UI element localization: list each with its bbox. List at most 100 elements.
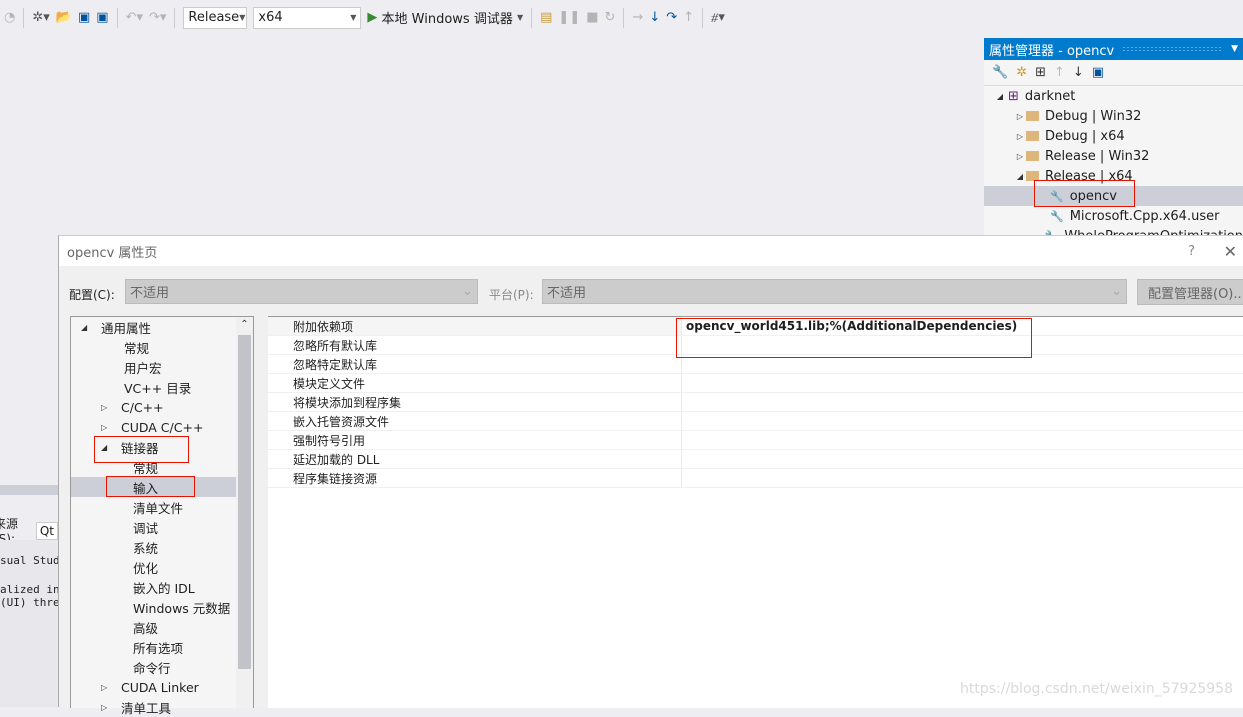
configuration-dropdown[interactable]: Release ▼ xyxy=(183,6,248,29)
property-value[interactable] xyxy=(682,450,1243,468)
configuration-manager-button[interactable]: 配置管理器(O)... xyxy=(1137,279,1243,305)
tree-item[interactable]: VC++ 目录 xyxy=(71,377,253,397)
separator xyxy=(531,7,533,28)
platform-value: 不适用 xyxy=(547,286,587,301)
expand-icon[interactable]: ▷ xyxy=(1014,152,1026,161)
pause-icon[interactable]: ❚❚ xyxy=(558,10,580,25)
tree-item[interactable]: 清单文件 xyxy=(71,497,253,517)
property-value[interactable] xyxy=(682,412,1243,430)
move-up-icon[interactable]: ↑ xyxy=(1054,65,1065,80)
platform-dropdown[interactable]: 不适用 ⌄ xyxy=(542,279,1127,304)
tree-item-label: 高级 xyxy=(133,620,159,636)
property-manager-tree: ◢ ⊞ darknet ▷ Debug | Win32 ▷ Debug | x64 ▷ Rele… xyxy=(984,86,1243,246)
tree-item[interactable]: Windows 元数据 xyxy=(71,597,253,617)
source-dropdown[interactable]: Qt xyxy=(35,521,58,540)
chevron-down-icon: ▼ xyxy=(239,13,246,22)
tree-item-label: Release | Win32 xyxy=(1045,148,1150,164)
save-all-icon[interactable]: ▣ xyxy=(96,10,108,25)
tree-item[interactable]: 命令行 xyxy=(71,657,253,677)
property-row[interactable]: 将模块添加到程序集 xyxy=(268,393,1243,412)
property-name: 强制符号引用 xyxy=(268,431,682,449)
save-icon[interactable]: ▣ xyxy=(78,10,90,25)
configuration-dropdown[interactable]: 不适用 ⌄ xyxy=(125,279,478,304)
property-value[interactable] xyxy=(682,374,1243,392)
tree-item[interactable]: ▷ C/C++ xyxy=(71,397,253,417)
tree-item[interactable]: 用户宏 xyxy=(71,357,253,377)
step-over-icon[interactable]: ↷ xyxy=(666,10,677,25)
tree-item-label: Debug | x64 xyxy=(1045,128,1125,144)
output-text: sual Studi alized in: (UI) thres xyxy=(0,540,58,707)
property-name: 模块定义文件 xyxy=(268,374,682,392)
tree-item-label: 清单工具 xyxy=(121,700,172,716)
scrollbar-thumb[interactable] xyxy=(238,335,251,669)
collapse-icon[interactable]: ◢ xyxy=(1014,172,1026,181)
undo-icon[interactable]: ↶▾ xyxy=(126,10,143,25)
property-value[interactable] xyxy=(682,469,1243,487)
dropdown-icon[interactable]: ▼ xyxy=(1231,44,1238,54)
property-row[interactable]: 强制符号引用 xyxy=(268,431,1243,450)
step-into-icon[interactable]: ↓ xyxy=(649,10,660,25)
tree-item[interactable]: ▷ Release | Win32 xyxy=(984,146,1243,166)
close-button[interactable]: ✕ xyxy=(1224,242,1237,261)
collapse-icon[interactable]: ◢ xyxy=(81,323,91,332)
property-row[interactable]: 嵌入托管资源文件 xyxy=(268,412,1243,431)
step-out-icon[interactable]: ↑ xyxy=(683,10,694,25)
tree-item[interactable]: 嵌入的 IDL xyxy=(71,577,253,597)
tree-item[interactable]: 调试 xyxy=(71,517,253,537)
tree-item[interactable]: ◢ 通用属性 xyxy=(71,317,253,337)
save-icon[interactable]: ▣ xyxy=(1092,65,1104,80)
tree-item[interactable]: ▷ CUDA Linker xyxy=(71,677,253,697)
tree-item-label: C/C++ xyxy=(121,399,164,415)
platform-dropdown[interactable]: x64 ▼ xyxy=(253,6,362,29)
property-row[interactable]: 延迟加载的 DLL xyxy=(268,450,1243,469)
find-icon[interactable]: ▤ xyxy=(540,10,552,25)
tree-item-label: 系统 xyxy=(133,540,159,556)
tree-item[interactable]: 🔧 Microsoft.Cpp.x64.user xyxy=(984,206,1243,226)
expand-icon[interactable]: ▷ xyxy=(101,403,111,412)
hex-icon[interactable]: ⧣▾ xyxy=(711,10,725,25)
tree-scrollbar[interactable]: ⌃ xyxy=(236,317,253,708)
expand-icon[interactable]: ▷ xyxy=(101,683,111,692)
expand-icon[interactable]: ▷ xyxy=(1014,132,1026,141)
tree-item[interactable]: ◢ ⊞ darknet xyxy=(984,86,1243,106)
folder-icon xyxy=(1026,151,1039,161)
new-project-icon[interactable]: ✲▾ xyxy=(32,10,49,25)
tree-item[interactable]: ▷ 清单工具 xyxy=(71,697,253,717)
tree-item[interactable]: 系统 xyxy=(71,537,253,557)
start-debugging-button[interactable]: ▶ 本地 Windows 调试器 ▼ xyxy=(367,8,523,27)
property-value[interactable] xyxy=(682,431,1243,449)
tree-item[interactable]: 高级 xyxy=(71,617,253,637)
tree-item[interactable]: ▷ Debug | x64 xyxy=(984,126,1243,146)
restart-icon[interactable]: ↻ xyxy=(605,10,616,25)
help-button[interactable]: ? xyxy=(1188,244,1195,259)
output-line: alized in: xyxy=(0,583,58,596)
show-next-icon[interactable]: → xyxy=(632,10,643,25)
expand-icon[interactable]: ▷ xyxy=(1014,112,1026,121)
stop-icon[interactable]: ■ xyxy=(586,10,598,25)
add-existing-property-sheet-icon[interactable]: ⊞ xyxy=(1035,65,1046,80)
tree-item[interactable]: ▷ Debug | Win32 xyxy=(984,106,1243,126)
tree-item[interactable]: 所有选项 xyxy=(71,637,253,657)
property-row[interactable]: 程序集链接资源 xyxy=(268,469,1243,488)
property-value[interactable] xyxy=(682,393,1243,411)
dialog-title: opencv 属性页 xyxy=(67,245,158,261)
property-row[interactable]: 模块定义文件 xyxy=(268,374,1243,393)
move-down-icon[interactable]: ↓ xyxy=(1073,65,1084,80)
open-icon[interactable]: 📂 xyxy=(56,10,72,25)
splitter[interactable] xyxy=(0,485,58,495)
highlight-box xyxy=(1034,180,1135,207)
wrench-icon[interactable]: 🔧 xyxy=(992,65,1008,80)
redo-icon[interactable]: ↷▾ xyxy=(149,10,166,25)
add-new-property-sheet-icon[interactable]: ✲ xyxy=(1016,65,1027,80)
expand-icon[interactable]: ▷ xyxy=(101,423,111,432)
tree-item[interactable]: 优化 xyxy=(71,557,253,577)
tree-item[interactable]: 常规 xyxy=(71,337,253,357)
scroll-up-icon[interactable]: ⌃ xyxy=(236,319,253,330)
tree-item-label: 清单文件 xyxy=(133,500,184,516)
property-name: 将模块添加到程序集 xyxy=(268,393,682,411)
tree-item[interactable]: ▷ CUDA C/C++ xyxy=(71,417,253,437)
expand-icon[interactable]: ▷ xyxy=(101,703,111,712)
collapse-icon[interactable]: ◢ xyxy=(994,92,1006,101)
chevron-down-icon: ⌄ xyxy=(462,284,473,299)
nav-icon[interactable]: ◔ xyxy=(4,10,15,25)
